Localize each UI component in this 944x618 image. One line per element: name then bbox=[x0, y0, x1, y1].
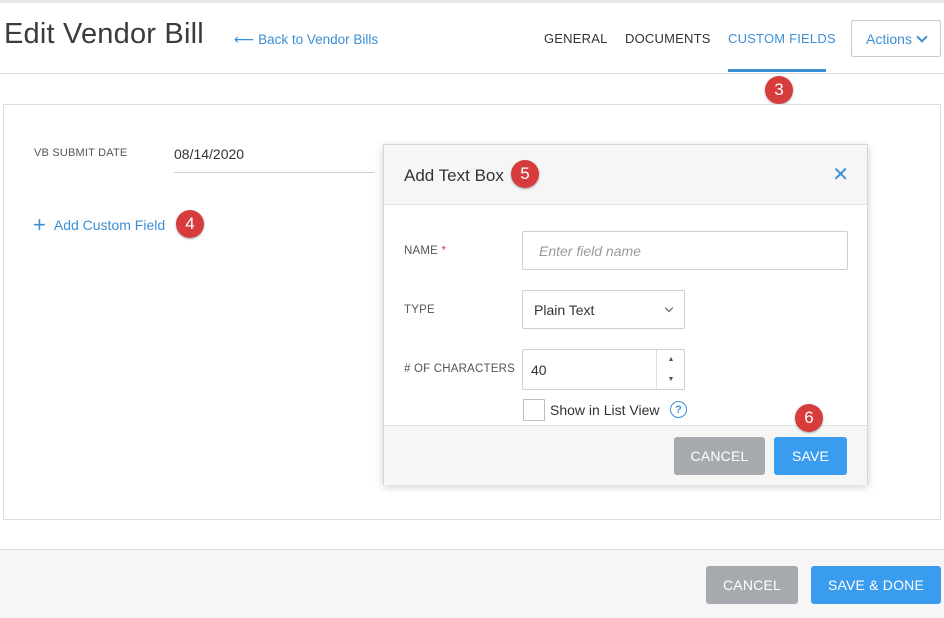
close-icon[interactable]: ✕ bbox=[832, 165, 849, 185]
type-select-value: Plain Text bbox=[534, 301, 595, 318]
characters-stepper[interactable]: 40 ▲ ▼ bbox=[522, 349, 685, 390]
step-badge-6: 6 bbox=[795, 404, 823, 432]
type-label: TYPE bbox=[404, 304, 435, 316]
characters-label: # OF CHARACTERS bbox=[404, 363, 515, 375]
back-arrow-icon: ⟵ bbox=[234, 31, 255, 47]
field-underline bbox=[174, 172, 374, 173]
plus-icon: + bbox=[33, 212, 46, 237]
type-select[interactable]: Plain Text bbox=[522, 290, 685, 329]
name-label-text: NAME bbox=[404, 245, 439, 257]
show-in-list-view-checkbox[interactable] bbox=[523, 399, 545, 421]
vb-submit-date-value[interactable]: 08/14/2020 bbox=[174, 146, 244, 162]
show-in-list-view-label: Show in List View bbox=[550, 402, 660, 418]
vb-submit-date-label: VB SUBMIT DATE bbox=[34, 147, 128, 159]
add-custom-field-link[interactable]: + Add Custom Field bbox=[33, 212, 166, 237]
back-link-label: Back to Vendor Bills bbox=[258, 32, 379, 47]
bottom-action-bar: CANCEL SAVE & DONE bbox=[0, 549, 944, 618]
dialog-cancel-button[interactable]: CANCEL bbox=[674, 437, 765, 475]
tab-general[interactable]: GENERAL bbox=[544, 31, 608, 46]
active-tab-indicator bbox=[728, 69, 826, 72]
add-text-box-dialog: Add Text Box ✕ NAME * Enter field name T… bbox=[383, 144, 868, 485]
field-name-input[interactable]: Enter field name bbox=[522, 231, 848, 270]
tab-custom-fields[interactable]: CUSTOM FIELDS bbox=[728, 31, 836, 46]
name-label: NAME * bbox=[404, 245, 446, 257]
help-icon[interactable]: ? bbox=[670, 401, 687, 418]
increment-icon[interactable]: ▲ bbox=[657, 350, 685, 369]
cancel-button[interactable]: CANCEL bbox=[706, 566, 798, 604]
back-to-vendor-bills-link[interactable]: ⟵ Back to Vendor Bills bbox=[234, 31, 378, 48]
save-and-done-button[interactable]: SAVE & DONE bbox=[811, 566, 941, 604]
field-name-placeholder: Enter field name bbox=[539, 242, 641, 259]
step-badge-5: 5 bbox=[511, 160, 539, 188]
chevron-down-icon bbox=[916, 30, 928, 43]
page-title: Edit Vendor Bill bbox=[4, 18, 204, 50]
dialog-save-button[interactable]: SAVE bbox=[774, 437, 847, 475]
chevron-down-icon bbox=[664, 303, 674, 313]
step-badge-3: 3 bbox=[765, 76, 793, 104]
required-marker: * bbox=[441, 245, 447, 257]
characters-value: 40 bbox=[531, 361, 547, 378]
stepper-controls: ▲ ▼ bbox=[656, 350, 684, 389]
tab-documents[interactable]: DOCUMENTS bbox=[625, 31, 711, 46]
dialog-title: Add Text Box bbox=[404, 166, 504, 185]
actions-label: Actions bbox=[866, 30, 912, 47]
dialog-header: Add Text Box ✕ bbox=[384, 145, 867, 205]
actions-dropdown-button[interactable]: Actions bbox=[851, 20, 941, 57]
add-custom-field-label: Add Custom Field bbox=[53, 217, 166, 233]
decrement-icon[interactable]: ▼ bbox=[657, 370, 685, 389]
step-badge-4: 4 bbox=[176, 210, 204, 238]
dialog-footer: CANCEL SAVE bbox=[384, 425, 867, 485]
